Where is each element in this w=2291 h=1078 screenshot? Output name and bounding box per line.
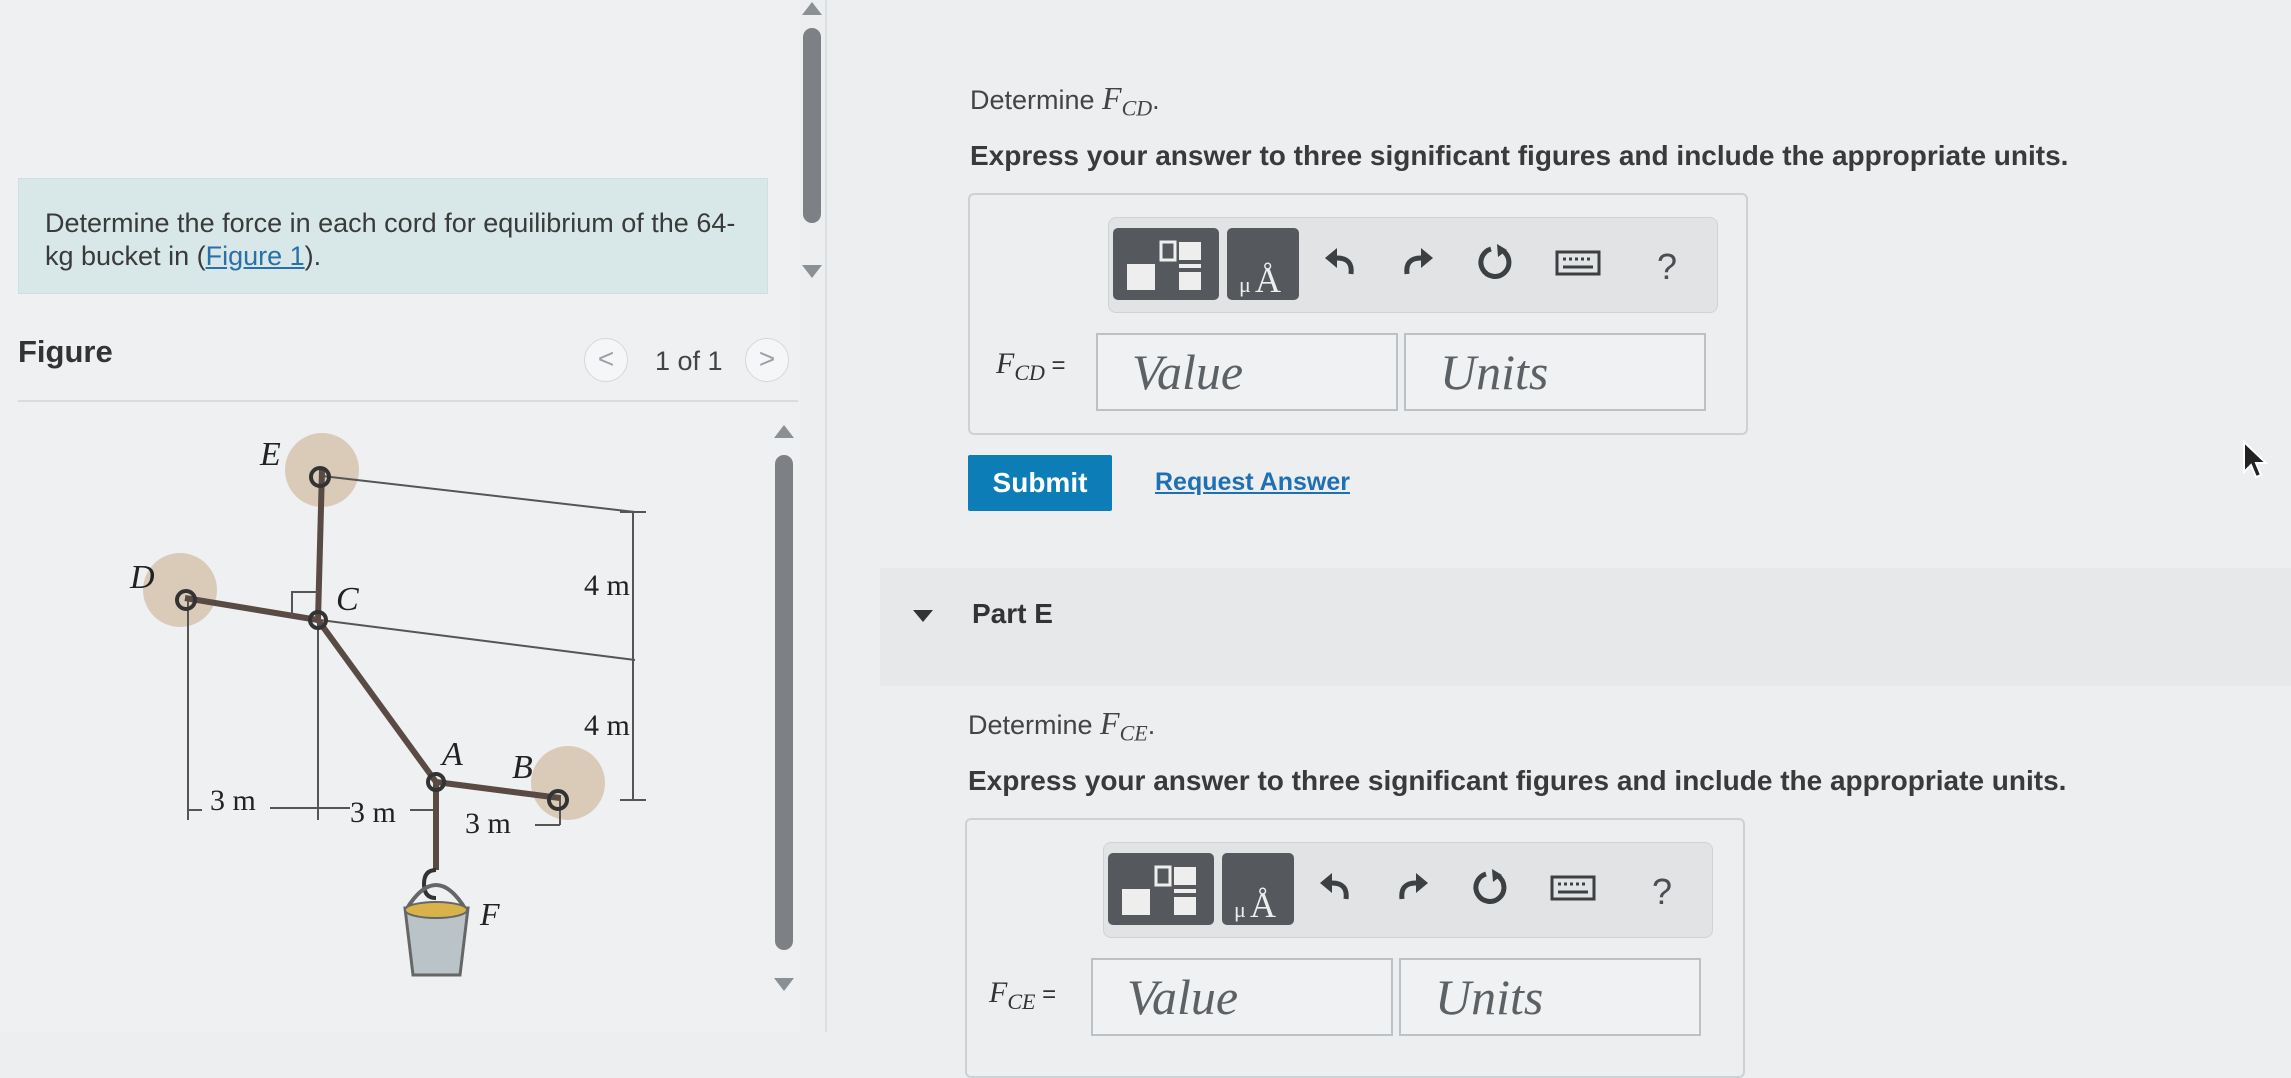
part-e-question: Determine FCE.	[968, 705, 1155, 746]
field-equals: =	[1044, 352, 1066, 379]
figure-scroll-down-arrow[interactable]	[774, 978, 794, 991]
part-d-answer-panel: μ Å ? FCD = Value Units	[968, 193, 1748, 435]
problem-statement: Determine the force in each cord for equ…	[18, 178, 768, 294]
field-var: F	[989, 976, 1008, 1009]
question-text: Determine	[968, 710, 1101, 740]
templates-button[interactable]	[1113, 228, 1219, 300]
templates-button[interactable]	[1108, 853, 1214, 925]
units-button[interactable]: μ Å	[1222, 853, 1294, 925]
problem-text-end: ).	[304, 241, 322, 271]
figure-diagram: E D C A B F 4 m 4 m 3 m 3 m 3 m	[129, 433, 646, 977]
dimension-3m-b: 3 m	[350, 796, 396, 829]
templates-icon	[1127, 240, 1201, 290]
reset-icon[interactable]	[1470, 867, 1510, 914]
part-e-title[interactable]: Part E	[972, 598, 1053, 630]
fcd-units-input[interactable]: Units	[1404, 333, 1706, 411]
part-d-instructions: Express your answer to three significant…	[970, 140, 2069, 171]
question-period: .	[1147, 710, 1156, 740]
figure-scrollbar[interactable]	[775, 455, 793, 950]
label-b: B	[512, 749, 533, 786]
dimension-3m-c: 3 m	[465, 807, 511, 840]
fcd-value-input[interactable]: Value	[1096, 333, 1398, 411]
field-sub: CD	[1014, 360, 1045, 385]
field-var: F	[996, 347, 1015, 380]
redo-icon[interactable]	[1392, 867, 1432, 914]
label-a: A	[440, 736, 463, 773]
part-e-answer-panel: μ Å ? FCE = Value Units	[965, 818, 1745, 1078]
units-angstrom-icon: μ Å	[1239, 260, 1281, 300]
svg-text:μ: μ	[1239, 272, 1251, 297]
figure-link[interactable]: Figure 1	[206, 241, 305, 271]
svg-text:μ: μ	[1234, 897, 1246, 922]
part-d-question: Determine FCD.	[970, 80, 1160, 121]
problem-scrollbar[interactable]	[803, 28, 821, 223]
question-sub: CD	[1121, 95, 1153, 121]
part-d-math-toolbar: μ Å ?	[1108, 217, 1718, 313]
figure-scroll-up-arrow[interactable]	[774, 425, 794, 438]
templates-icon	[1122, 865, 1196, 915]
svg-text:Å: Å	[1250, 885, 1276, 925]
label-d: D	[129, 559, 155, 596]
dimension-3m-a: 3 m	[210, 784, 256, 817]
label-e: E	[259, 436, 281, 473]
scroll-up-arrow[interactable]	[802, 2, 822, 15]
fcd-label: FCD =	[996, 347, 1066, 386]
request-answer-link[interactable]: Request Answer	[1155, 468, 1350, 497]
label-f: F	[479, 896, 500, 932]
dimension-4m-top: 4 m	[584, 569, 630, 602]
figure-prev-button[interactable]: <	[584, 338, 628, 382]
mouse-cursor-icon	[2243, 440, 2268, 479]
field-equals: =	[1035, 981, 1057, 1008]
undo-icon[interactable]	[1321, 242, 1361, 289]
part-e-math-toolbar: μ Å ?	[1103, 842, 1713, 938]
figure-next-button[interactable]: >	[745, 338, 789, 382]
part-e-instructions: Express your answer to three significant…	[968, 765, 2067, 796]
submit-button[interactable]: Submit	[968, 455, 1112, 511]
field-sub: CE	[1007, 989, 1036, 1014]
scroll-down-arrow[interactable]	[802, 265, 822, 278]
problem-pane: Determine the force in each cord for equ…	[0, 0, 822, 1032]
units-button[interactable]: μ Å	[1227, 228, 1299, 300]
collapse-caret-icon[interactable]	[913, 610, 933, 622]
question-var: F	[1100, 705, 1120, 741]
svg-text:Å: Å	[1255, 260, 1281, 300]
redo-icon[interactable]	[1397, 242, 1437, 289]
fce-value-input[interactable]: Value	[1091, 958, 1393, 1036]
support-b	[531, 746, 605, 820]
keyboard-icon[interactable]	[1550, 867, 1596, 914]
problem-text: Determine the force in each cord for equ…	[45, 208, 736, 271]
figure-divider	[18, 400, 798, 402]
help-icon[interactable]: ?	[1652, 871, 1672, 913]
label-c: C	[336, 581, 359, 618]
question-sub: CE	[1119, 720, 1148, 746]
reset-icon[interactable]	[1475, 242, 1515, 289]
keyboard-icon[interactable]	[1555, 242, 1601, 289]
column-divider	[825, 0, 827, 1032]
fce-units-input[interactable]: Units	[1399, 958, 1701, 1036]
help-icon[interactable]: ?	[1657, 246, 1677, 288]
units-angstrom-icon: μ Å	[1234, 885, 1276, 925]
question-period: .	[1152, 85, 1160, 115]
fce-label: FCE =	[989, 976, 1056, 1015]
question-var: F	[1102, 80, 1122, 116]
figure-heading: Figure	[18, 334, 113, 369]
figure-counter: 1 of 1	[655, 346, 723, 376]
question-text: Determine	[970, 85, 1103, 115]
dimension-4m-mid: 4 m	[584, 709, 630, 742]
part-e-header[interactable]	[880, 568, 2291, 686]
undo-icon[interactable]	[1316, 867, 1356, 914]
